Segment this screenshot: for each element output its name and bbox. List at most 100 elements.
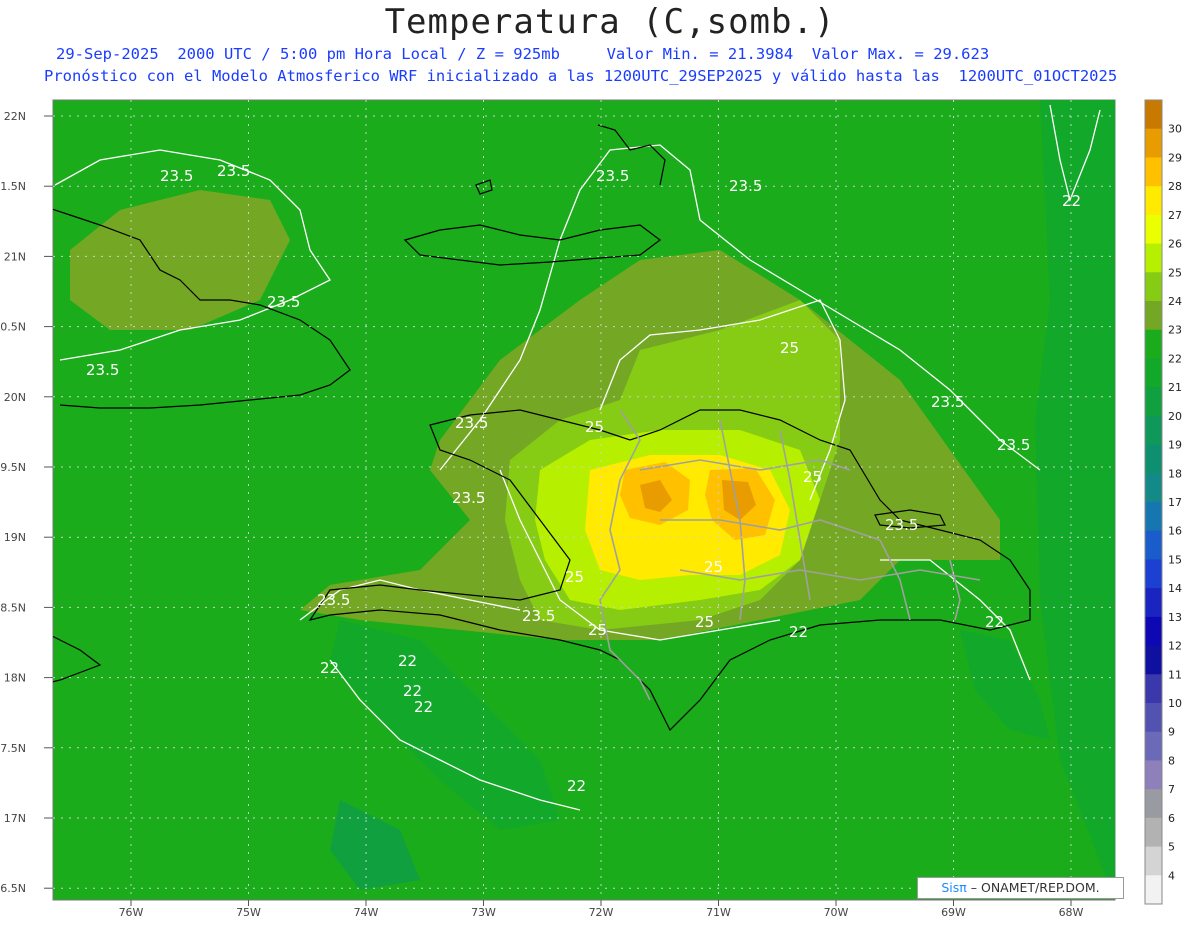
- colorbar-label: 30: [1168, 123, 1182, 136]
- contour-label: 22: [398, 652, 417, 670]
- longitude-labels: 76W 75W 74W 73W 72W 71W 70W 69W 68W: [119, 900, 1084, 919]
- lon-label: 73W: [471, 906, 496, 919]
- colorbar-label: 18: [1168, 467, 1182, 480]
- lon-label: 72W: [589, 906, 614, 919]
- lat-label: 8.5N: [0, 601, 26, 614]
- contour-label: 25: [585, 418, 604, 436]
- colorbar-segment: [1145, 444, 1162, 474]
- lat-label: 1.5N: [0, 180, 26, 193]
- contour-label: 22: [320, 659, 339, 677]
- contour-label: 23.5: [931, 393, 964, 411]
- colorbar-segment: [1145, 645, 1162, 675]
- colorbar-segment: [1145, 703, 1162, 733]
- contour-label: 25: [588, 621, 607, 639]
- lat-label: 22N: [4, 110, 26, 123]
- contour-label: 22: [985, 613, 1004, 631]
- credit-brand: Sisπ: [941, 880, 967, 895]
- latitude-labels: 22N 1.5N 21N 0.5N 20N 9.5N 19N 8.5N 18N 7.5N 17N 6.…: [0, 110, 53, 895]
- colorbar-label: 4: [1168, 869, 1175, 882]
- colorbar-label: 14: [1168, 582, 1182, 595]
- colorbar-segment: [1145, 674, 1162, 704]
- contour-label: 22: [789, 623, 808, 641]
- lat-label: 6.5N: [0, 882, 26, 895]
- colorbar-segment: [1145, 186, 1162, 216]
- colorbar-label: 23: [1168, 324, 1182, 337]
- lon-label: 74W: [354, 906, 379, 919]
- colorbar: 30 29 28 27 26 25 24 23 22 21 20 19 18 17 16 15 14 13 12 11…: [1144, 99, 1182, 905]
- lat-label: 7.5N: [0, 742, 26, 755]
- colorbar-segment: [1145, 588, 1162, 618]
- colorbar-label: 15: [1168, 553, 1182, 566]
- lon-label: 76W: [119, 906, 144, 919]
- lat-label: 19N: [4, 531, 26, 544]
- colorbar-segment: [1145, 387, 1162, 417]
- colorbar-label: 10: [1168, 697, 1182, 710]
- colorbar-segment: [1145, 502, 1162, 532]
- colorbar-segment: [1145, 214, 1162, 245]
- contour-label: 23.5: [317, 591, 350, 609]
- colorbar-segment: [1145, 301, 1162, 331]
- credit-text: – ONAMET/REP.DOM.: [966, 880, 1100, 895]
- colorbar-label: 8: [1168, 754, 1175, 767]
- colorbar-label: 12: [1168, 640, 1182, 653]
- colorbar-label: 6: [1168, 812, 1175, 825]
- colorbar-segment: [1145, 415, 1162, 446]
- credit-box: Sisπ – ONAMET/REP.DOM.: [917, 877, 1124, 899]
- colorbar-label: 24: [1168, 295, 1182, 308]
- colorbar-label: 13: [1168, 611, 1182, 624]
- colorbar-label: 9: [1168, 726, 1175, 739]
- contour-label: 23.5: [217, 162, 250, 180]
- colorbar-label: 17: [1168, 496, 1182, 509]
- colorbar-segment: [1145, 616, 1162, 647]
- colorbar-label: 11: [1168, 668, 1182, 681]
- lat-label: 0.5N: [0, 321, 26, 334]
- contour-label: 23.5: [885, 516, 918, 534]
- colorbar-label: 26: [1168, 238, 1182, 251]
- colorbar-segment: [1145, 559, 1162, 589]
- colorbar-label: 20: [1168, 410, 1182, 423]
- colorbar-label: 21: [1168, 381, 1182, 394]
- contour-label: 23.5: [452, 489, 485, 507]
- lon-label: 75W: [236, 906, 261, 919]
- colorbar-segment: [1145, 530, 1162, 560]
- contour-label: 23.5: [522, 607, 555, 625]
- contour-label: 25: [695, 613, 714, 631]
- map-title: Temperatura (C,somb.): [384, 2, 836, 42]
- contour-label: 25: [565, 568, 584, 586]
- colorbar-segment: [1145, 760, 1162, 790]
- colorbar-segment: [1145, 731, 1162, 761]
- lon-label: 71W: [706, 906, 731, 919]
- contour-label: 23.5: [86, 361, 119, 379]
- contour-label: 23.5: [455, 414, 488, 432]
- colorbar-segment: [1145, 789, 1162, 819]
- colorbar-segment: [1145, 846, 1162, 876]
- contour-label: 23.5: [729, 177, 762, 195]
- colorbar-segment: [1145, 473, 1162, 503]
- colorbar-label: 29: [1168, 151, 1182, 164]
- contour-label: 22: [414, 698, 433, 716]
- colorbar-label: 25: [1168, 266, 1182, 279]
- contour-label: 25: [704, 558, 723, 576]
- contour-label: 22: [567, 777, 586, 795]
- colorbar-label: 19: [1168, 439, 1182, 452]
- colorbar-segment: [1145, 243, 1162, 273]
- colorbar-segment: [1145, 100, 1162, 130]
- contour-label: 25: [780, 339, 799, 357]
- colorbar-label: 27: [1168, 209, 1182, 222]
- lat-label: 18N: [4, 672, 26, 685]
- temperature-map: 22N 1.5N 21N 0.5N 20N 9.5N 19N 8.5N 18N 7.5N 17N 6.…: [0, 99, 1182, 919]
- colorbar-segment: [1145, 875, 1162, 905]
- lon-label: 69W: [941, 906, 966, 919]
- colorbar-segment: [1145, 157, 1162, 187]
- contour-label: 23.5: [997, 436, 1030, 454]
- lon-label: 68W: [1059, 906, 1084, 919]
- colorbar-segment: [1145, 817, 1162, 848]
- colorbar-label: 5: [1168, 841, 1175, 854]
- contour-label: 22: [1062, 192, 1081, 210]
- lon-label: 70W: [824, 906, 849, 919]
- colorbar-label: 7: [1168, 783, 1175, 796]
- contour-label: 25: [803, 468, 822, 486]
- lat-label: 20N: [4, 391, 26, 404]
- colorbar-segment: [1145, 128, 1162, 158]
- colorbar-segment: [1145, 272, 1162, 302]
